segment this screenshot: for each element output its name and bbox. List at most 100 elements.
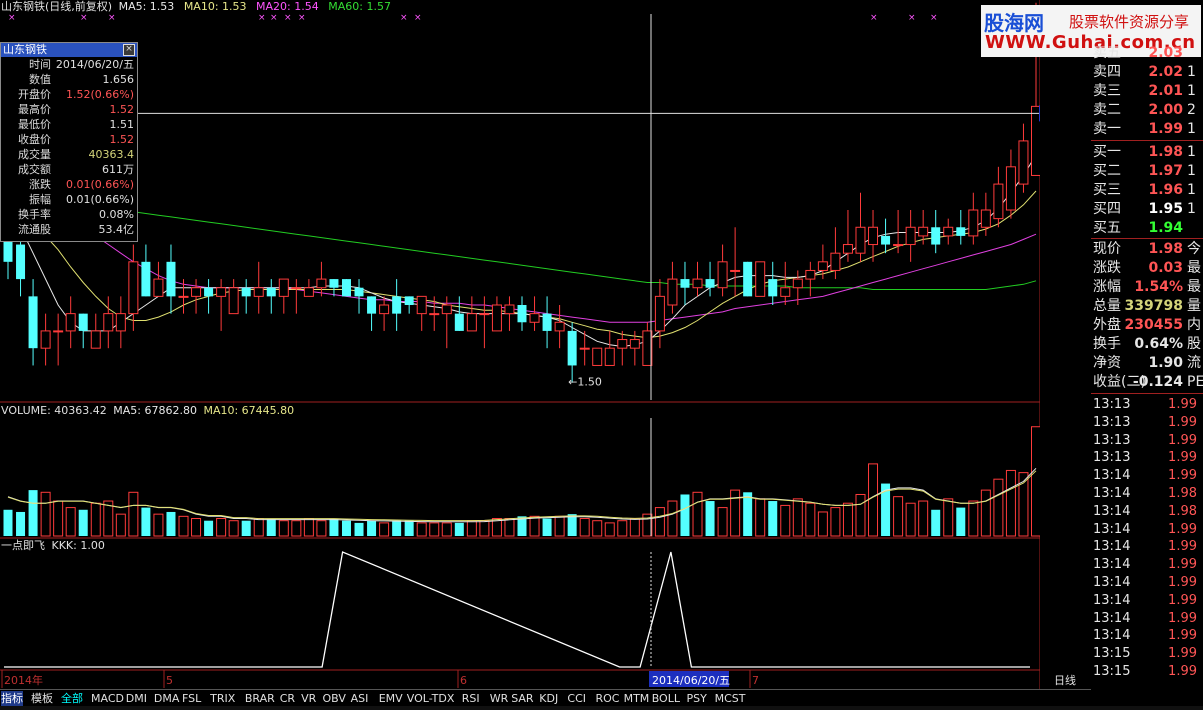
chart-canvas[interactable]: 1.662014/06/20/五 1.701.681.661.641.621.6… <box>0 0 1040 690</box>
candle-body <box>416 295 427 315</box>
candle-body <box>128 261 139 315</box>
candle-body <box>141 261 151 297</box>
tab-cr[interactable]: CR <box>280 691 295 706</box>
tick-row: 13:13 1.99 <box>1091 432 1203 450</box>
candle-body <box>65 313 76 332</box>
candle-body <box>479 313 490 316</box>
candle-body <box>792 278 803 289</box>
volume-bar <box>705 501 715 536</box>
tab-指标[interactable]: 指标 <box>1 691 23 706</box>
candle-body <box>805 269 816 280</box>
quote-extra: 1 <box>1187 144 1196 160</box>
candle-body <box>931 227 941 245</box>
quote-label: 卖四 <box>1093 64 1121 80</box>
signal-marker: × <box>908 13 916 23</box>
tab-wr[interactable]: WR <box>490 691 509 706</box>
stat-row: 外盘 230455 内 <box>1091 316 1203 335</box>
candle-body <box>40 330 51 349</box>
data-window-row: 振幅 0.01(0.66%) <box>1 192 137 207</box>
candle-body <box>667 278 678 306</box>
signal-marker: × <box>108 13 116 23</box>
tab-macd[interactable]: MACD <box>91 691 124 706</box>
tick-price: 1.99 <box>1168 592 1197 608</box>
volume-bar <box>654 507 665 537</box>
data-window-label: 最高价 <box>18 103 51 116</box>
volume-bar <box>404 520 414 536</box>
tick-price: 1.99 <box>1168 628 1197 644</box>
tab-dma[interactable]: DMA <box>154 691 180 706</box>
candle-body <box>78 313 88 331</box>
tab-cci[interactable]: CCI <box>567 691 586 706</box>
tab-dmi[interactable]: DMI <box>126 691 147 706</box>
candle-body <box>291 287 302 290</box>
tab-fsl[interactable]: FSL <box>182 691 201 706</box>
candle-body <box>103 313 114 332</box>
candle-body <box>768 279 778 297</box>
tick-row: 13:14 1.99 <box>1091 610 1203 628</box>
candle-body <box>905 226 916 246</box>
quote-label: 净资 <box>1093 355 1121 371</box>
period-label[interactable]: 日线 <box>1054 672 1076 688</box>
tab-vr[interactable]: VR <box>301 691 316 706</box>
tab-emv[interactable]: EMV <box>379 691 403 706</box>
candle-body <box>354 287 364 297</box>
tick-row: 13:14 1.99 <box>1091 521 1203 539</box>
volume-bar <box>379 522 390 537</box>
stat-row: 收益(二) -0.124 PE <box>1091 373 1203 392</box>
volume-bar <box>629 518 640 537</box>
data-window-titlebar[interactable]: 山东钢铁 × <box>1 43 137 57</box>
tab-mcst[interactable]: MCST <box>715 691 746 706</box>
tab-rsi[interactable]: RSI <box>462 691 480 706</box>
tab-obv[interactable]: OBV <box>323 691 346 706</box>
volume-bar <box>253 518 264 537</box>
tab-asi[interactable]: ASI <box>351 691 369 706</box>
candle-body <box>517 305 527 323</box>
tab-trix[interactable]: TRIX <box>210 691 235 706</box>
data-window-label: 收盘价 <box>18 133 51 146</box>
date-tick-label: 6 <box>460 674 467 687</box>
tab-roc[interactable]: ROC <box>596 691 620 706</box>
tab-sar[interactable]: SAR <box>511 691 533 706</box>
ma20-label: MA20: 1.54 <box>256 0 319 13</box>
data-window-label: 最低价 <box>18 118 51 131</box>
quote-extra: 1 <box>1187 121 1196 137</box>
candle-body <box>604 347 615 366</box>
volume-bar <box>968 500 979 537</box>
quote-label: 换手 <box>1093 336 1121 352</box>
ask-row: 卖二 2.00 2 <box>1091 101 1203 120</box>
volume-bar <box>893 496 904 537</box>
quote-extra: 最 <box>1187 279 1201 295</box>
data-window-row: 收盘价 1.52 <box>1 132 137 147</box>
tab-vol-tdx[interactable]: VOL-TDX <box>407 691 455 706</box>
volume-bar <box>993 478 1004 537</box>
data-window-label: 成交额 <box>18 163 51 176</box>
tab-全部[interactable]: 全部 <box>61 691 83 706</box>
kkk-value: KKK: 1.00 <box>51 539 105 552</box>
tab-kdj[interactable]: KDJ <box>539 691 558 706</box>
tab-mtm[interactable]: MTM <box>624 691 650 706</box>
tick-row: 13:14 1.99 <box>1091 627 1203 645</box>
candle-body <box>629 339 640 349</box>
tab-brar[interactable]: BRAR <box>245 691 275 706</box>
candle-body <box>341 279 351 297</box>
close-icon[interactable]: × <box>123 44 135 56</box>
volume-bar <box>542 518 552 536</box>
tab-模板[interactable]: 模板 <box>31 691 53 706</box>
tab-psy[interactable]: PSY <box>687 691 707 706</box>
volume-bar <box>216 518 227 537</box>
stat-row: 涨幅 1.54% 最 <box>1091 278 1203 297</box>
kkk-line <box>4 551 1030 668</box>
quote-label: 买三 <box>1093 182 1121 198</box>
volume-bars <box>3 426 1040 537</box>
indicator-tab-bar: 指标 模板 全部 MACD DMI DMA FSL TRIX BRAR CR VR OBV ASI EMV… <box>0 689 1091 707</box>
data-window-label: 流通股 <box>18 223 51 236</box>
stat-row: 涨跌 0.03 最 <box>1091 259 1203 278</box>
data-window[interactable]: 山东钢铁 × 时间 2014/06/20/五 数值 1.656 开盘价 1.52(0.66… <box>0 42 138 242</box>
tick-time: 13:13 <box>1093 450 1131 466</box>
tab-boll[interactable]: BOLL <box>652 691 680 706</box>
candle-body <box>392 296 402 314</box>
tick-price: 1.99 <box>1168 610 1197 626</box>
tick-time: 13:14 <box>1093 610 1131 626</box>
volume-bar <box>855 493 866 537</box>
tick-price: 1.99 <box>1168 468 1197 484</box>
